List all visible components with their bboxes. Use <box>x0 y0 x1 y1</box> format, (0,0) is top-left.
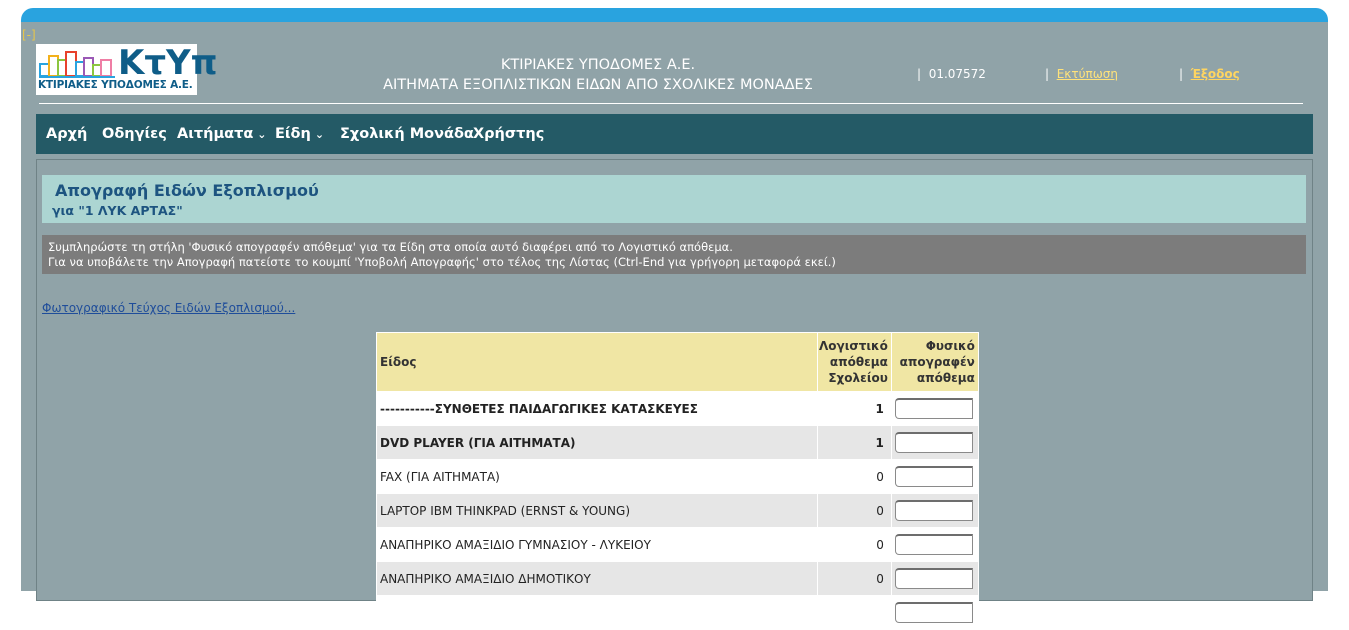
header-physical-l2: απογραφέν <box>899 355 975 369</box>
physical-stock-cell <box>890 391 979 426</box>
item-name: DVD PLAYER (ΓΙΑ ΑΙΤΗΜΑΤΑ) <box>376 425 818 460</box>
print-area: | Εκτύπωση <box>1045 67 1118 81</box>
collapse-toggle[interactable]: [-] <box>22 28 36 42</box>
physical-stock-cell <box>890 527 979 562</box>
header-divider <box>39 103 1303 104</box>
item-name: LAPTOP IBM THINKPAD (ERNST & YOUNG) <box>376 493 818 528</box>
school-code: | 01.07572 <box>917 67 986 81</box>
physical-stock-cell <box>890 595 979 630</box>
header-physical-l1: Φυσικό <box>925 339 975 353</box>
physical-stock-input[interactable] <box>894 466 973 487</box>
site-title-line1: ΚΤΙΡΙΑΚΕΣ ΥΠΟΔΟΜΕΣ Α.Ε. <box>500 57 696 73</box>
table-row: FAX (ΓΙΑ ΑΙΤΗΜΑΤΑ) 0 <box>376 459 979 494</box>
school-code-value: 01.07572 <box>928 67 986 81</box>
physical-stock-cell <box>890 561 979 596</box>
main-nav: Αρχή Οδηγίες Αιτήματα ⌄ Είδη ⌄ Σχολική Μον… <box>36 114 1313 154</box>
nav-items[interactable]: Είδη ⌄ <box>275 114 324 154</box>
separator: | <box>917 67 922 81</box>
physical-stock-cell <box>890 493 979 528</box>
header-physical-stock: Φυσικό απογραφέν απόθεμα <box>890 332 979 392</box>
logo-wordmark: ΚτΥπ <box>118 43 218 83</box>
logo-subtitle: ΚΤΙΡΙΑΚΕΣ ΥΠΟΔΟΜΕΣ Α.Ε. <box>38 79 193 91</box>
chevron-down-icon: ⌄ <box>314 128 325 141</box>
item-name: -----------ΣΥΝΘΕΤΕΣ ΠΑΙΔΑΓΩΓΙΚΕΣ ΚΑΤΑΣΚΕ… <box>376 391 818 426</box>
physical-stock-input[interactable] <box>894 568 973 589</box>
physical-stock-cell <box>890 459 979 494</box>
separator: | <box>1179 67 1184 81</box>
company-logo: ΚτΥπ ΚΤΙΡΙΑΚΕΣ ΥΠΟΔΟΜΕΣ Α.Ε. <box>36 44 218 95</box>
header-physical-l3: απόθεμα <box>916 371 975 385</box>
item-name: ΑΝΑΠΗΡΙΚΟ ΑΜΑΞΙΔΙΟ ΓΥΜΝΑΣΙΟΥ - ΛΥΚΕΙΟΥ <box>376 527 818 562</box>
exit-area: | Έξοδος <box>1179 67 1240 81</box>
physical-stock-input[interactable] <box>894 398 973 419</box>
page-title-box: Απογραφή Ειδών Εξοπλισμού για "1 ΛΥΚ ΑΡΤ… <box>42 175 1306 223</box>
book-stock-value: 0 <box>817 561 892 596</box>
inventory-table: Είδος Λογιστικό απόθεμα Σχολείου Φυσικό … <box>376 332 979 630</box>
physical-stock-cell <box>890 425 979 460</box>
buildings-logo-icon <box>39 51 115 78</box>
physical-stock-input[interactable] <box>894 534 973 555</box>
site-title-line2: ΑΙΤΗΜΑΤΑ ΕΞΟΠΛΙΣΤΙΚΩΝ ΕΙΔΩΝ ΑΠΟ ΣΧΟΛΙΚΕΣ… <box>383 77 813 93</box>
nav-items-label: Είδη <box>275 126 311 142</box>
print-link[interactable]: Εκτύπωση <box>1057 67 1118 81</box>
table-header-row: Είδος Λογιστικό απόθεμα Σχολείου Φυσικό … <box>376 332 979 392</box>
book-stock-value <box>817 595 892 630</box>
physical-stock-input[interactable] <box>894 500 973 521</box>
separator: | <box>1045 67 1050 81</box>
exit-link[interactable]: Έξοδος <box>1191 67 1240 81</box>
header-item: Είδος <box>376 332 818 392</box>
header-book-stock-l3: Σχολείου <box>828 371 888 385</box>
photo-catalog-link[interactable]: Φωτογραφικό Τεύχος Ειδών Εξοπλισμού... <box>42 301 295 315</box>
instructions-line1: Συμπληρώστε τη στήλη 'Φυσικό απογραφέν α… <box>48 240 733 254</box>
instructions-box: Συμπληρώστε τη στήλη 'Φυσικό απογραφέν α… <box>42 235 1306 274</box>
item-name <box>376 595 818 630</box>
item-name: ΑΝΑΠΗΡΙΚΟ ΑΜΑΞΙΔΙΟ ΔΗΜΟΤΙΚΟΥ <box>376 561 818 596</box>
book-stock-value: 0 <box>817 493 892 528</box>
table-row: ΑΝΑΠΗΡΙΚΟ ΑΜΑΞΙΔΙΟ ΔΗΜΟΤΙΚΟΥ 0 <box>376 561 979 596</box>
header-book-stock-l1: Λογιστικό <box>819 339 888 353</box>
table-row: -----------ΣΥΝΘΕΤΕΣ ΠΑΙΔΑΓΩΓΙΚΕΣ ΚΑΤΑΣΚΕ… <box>376 391 979 426</box>
physical-stock-input[interactable] <box>894 602 973 623</box>
nav-requests[interactable]: Αιτήματα ⌄ <box>177 114 267 154</box>
nav-school-unit[interactable]: Σχολική Μονάδα <box>340 114 474 154</box>
table-row: LAPTOP IBM THINKPAD (ERNST & YOUNG) 0 <box>376 493 979 528</box>
page-frame: [-] ΚτΥπ ΚΤΙΡΙΑΚΕΣ ΥΠΟΔΟΜΕΣ Α.Ε. ΚΤΙΡΙΑΚ… <box>21 22 1328 630</box>
header-book-stock: Λογιστικό απόθεμα Σχολείου <box>817 332 892 392</box>
nav-user[interactable]: Χρήστης <box>473 114 544 154</box>
nav-requests-label: Αιτήματα <box>177 126 254 142</box>
nav-home[interactable]: Αρχή <box>46 114 87 154</box>
physical-stock-input[interactable] <box>894 432 973 453</box>
book-stock-value: 0 <box>817 527 892 562</box>
item-name: FAX (ΓΙΑ ΑΙΤΗΜΑΤΑ) <box>376 459 818 494</box>
page-subtitle: για "1 ΛΥΚ ΑΡΤΑΣ" <box>52 203 183 218</box>
table-row: ΑΝΑΠΗΡΙΚΟ ΑΜΑΞΙΔΙΟ ΓΥΜΝΑΣΙΟΥ - ΛΥΚΕΙΟΥ 0 <box>376 527 979 562</box>
instructions-line2: Για να υποβάλετε την Απογραφή πατείστε τ… <box>48 255 836 269</box>
main-content: Απογραφή Ειδών Εξοπλισμού για "1 ΛΥΚ ΑΡΤ… <box>36 159 1313 630</box>
table-row: DVD PLAYER (ΓΙΑ ΑΙΤΗΜΑΤΑ) 1 <box>376 425 979 460</box>
site-title: ΚΤΙΡΙΑΚΕΣ ΥΠΟΔΟΜΕΣ Α.Ε. ΑΙΤΗΜΑΤΑ ΕΞΟΠΛΙΣ… <box>361 55 835 95</box>
book-stock-value: 0 <box>817 459 892 494</box>
chevron-down-icon: ⌄ <box>257 128 267 141</box>
book-stock-value: 1 <box>817 425 892 460</box>
header-book-stock-l2: απόθεμα <box>829 355 888 369</box>
nav-instructions[interactable]: Οδηγίες <box>102 114 167 154</box>
book-stock-value: 1 <box>817 391 892 426</box>
page-title: Απογραφή Ειδών Εξοπλισμού <box>55 181 319 200</box>
table-row <box>376 595 979 630</box>
